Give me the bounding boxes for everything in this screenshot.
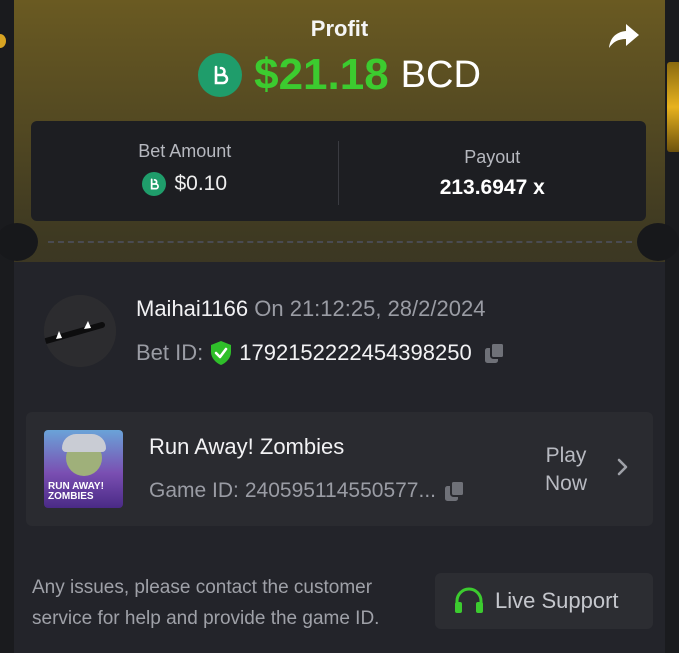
bet-id-line: Bet ID: 1792152222454398250	[136, 340, 508, 366]
profit-currency: BCD	[400, 53, 481, 96]
bet-stats-box: Bet Amount $0.10 Payout 213.6947 x	[31, 121, 646, 221]
live-support-label: Live Support	[495, 588, 619, 613]
game-id-value: 240595114550577...	[244, 479, 436, 502]
play-now-button[interactable]: Play Now	[534, 442, 598, 498]
thumbnail-text: RUN AWAY! ZOMBIES	[48, 482, 104, 502]
profit-label: Profit	[310, 16, 369, 41]
game-title: Run Away! Zombies	[149, 434, 345, 459]
payout-label: Payout	[464, 147, 521, 167]
game-id-line: Game ID: 240595114550577...	[149, 478, 468, 504]
support-note: Any issues, please contact the customer …	[32, 577, 380, 629]
username[interactable]: Maihai1166	[136, 296, 248, 321]
bet-amount-stat: Bet Amount $0.10	[31, 121, 339, 221]
user-line: Maihai1166 On 21:12:25, 28/2/2024	[136, 296, 485, 322]
avatar-image	[44, 295, 116, 367]
copy-icon[interactable]	[482, 340, 508, 366]
bcd-coin-icon	[142, 172, 167, 196]
ticket-divider	[48, 241, 632, 243]
shield-check-icon	[211, 341, 232, 365]
play-now-label-line1: Play	[545, 444, 587, 467]
chevron-right-icon[interactable]	[616, 457, 630, 477]
payout-stat: Payout 213.6947 x	[339, 121, 647, 221]
bcd-coin-icon	[198, 53, 243, 97]
bet-timestamp: On 21:12:25, 28/2/2024	[254, 296, 486, 321]
bet-amount-label: Bet Amount	[138, 141, 232, 161]
bet-amount-value-row: $0.10	[31, 172, 339, 196]
avatar[interactable]	[44, 295, 116, 367]
thumbnail-text-line2: ZOMBIES	[48, 491, 94, 502]
copy-icon[interactable]	[442, 478, 468, 504]
game-thumbnail[interactable]: RUN AWAY! ZOMBIES	[44, 430, 123, 508]
bet-id-value: 1792152222454398250	[239, 340, 472, 365]
thumbnail-character-hair	[62, 434, 106, 452]
profit-row: $21.18 BCD	[0, 50, 679, 100]
live-support-button[interactable]: Live Support	[435, 573, 653, 629]
bet-id-label: Bet ID:	[136, 340, 204, 365]
game-card[interactable]: RUN AWAY! ZOMBIES Run Away! Zombies Game…	[26, 412, 653, 526]
payout-value: 213.6947 x	[439, 176, 545, 199]
bet-amount-value: $0.10	[174, 172, 228, 195]
game-id-label: Game ID:	[149, 479, 239, 502]
ticket-notch-right	[637, 223, 679, 261]
profit-amount: $21.18	[254, 50, 389, 99]
headset-icon	[455, 587, 483, 613]
play-now-label-line2: Now	[544, 472, 587, 495]
